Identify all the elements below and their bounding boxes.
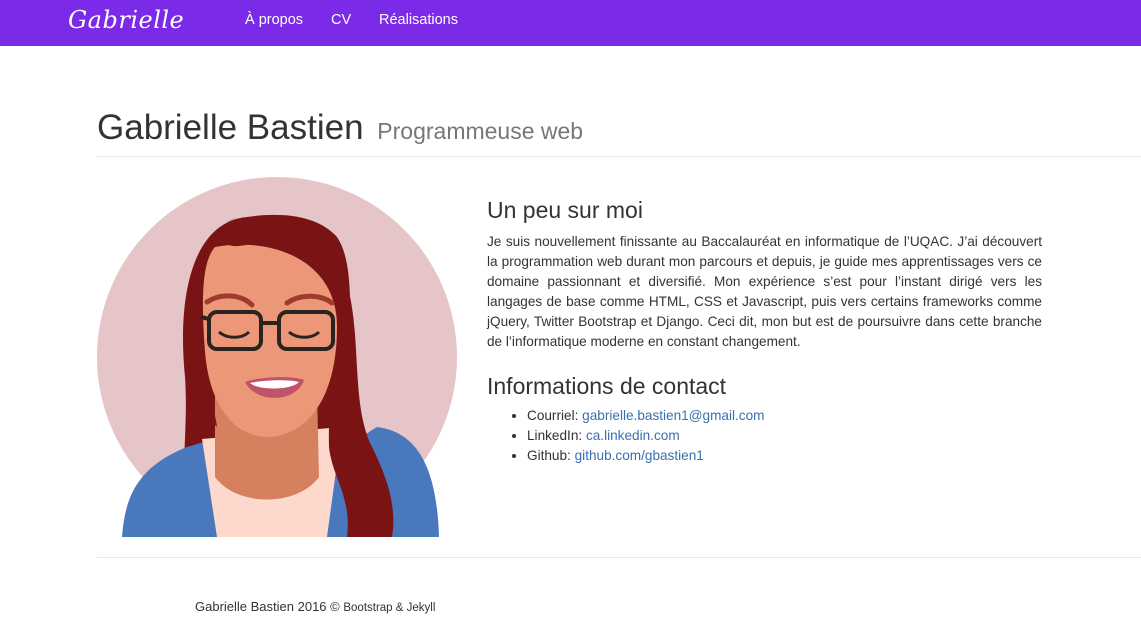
footer-copyright: Gabrielle Bastien 2016 © [195, 599, 340, 614]
page-header: Gabrielle Bastien Programmeuse web [97, 104, 1141, 157]
about-title: Un peu sur moi [487, 197, 643, 223]
avatar [97, 177, 457, 537]
github-link[interactable]: github.com/gbastien1 [575, 448, 704, 463]
footer-credits: Bootstrap & Jekyll [343, 602, 436, 614]
about-section: Un peu sur moi Je suis nouvellement fini… [487, 194, 1042, 466]
navbar: Gabrielle À propos CV Réalisations [0, 0, 1141, 46]
contact-item-github: Github: github.com/gbastien1 [527, 446, 1042, 466]
contact-item-email: Courriel: gabrielle.bastien1@gmail.com [527, 406, 1042, 426]
portrait-illustration-icon [97, 177, 457, 537]
nav-link-cv[interactable]: CV [331, 12, 351, 28]
footer-divider [97, 557, 1141, 558]
contact-title: Informations de contact [487, 373, 727, 399]
nav-link-realisations[interactable]: Réalisations [379, 12, 458, 28]
about-text: Je suis nouvellement finissante au Bacca… [487, 234, 1042, 349]
email-link[interactable]: gabrielle.bastien1@gmail.com [582, 408, 764, 423]
footer: Gabrielle Bastien 2016 © Bootstrap & Jek… [195, 599, 435, 614]
page-title: Gabrielle Bastien Programmeuse web [97, 104, 1141, 155]
contact-list: Courriel: gabrielle.bastien1@gmail.com L… [487, 406, 1042, 466]
person-name: Gabrielle Bastien [97, 108, 364, 147]
contact-label: LinkedIn: [527, 428, 583, 443]
contact-label: Github: [527, 448, 571, 463]
linkedin-link[interactable]: ca.linkedin.com [586, 428, 680, 443]
page-subtitle: Programmeuse web [377, 118, 584, 144]
brand-logo[interactable]: Gabrielle [68, 6, 184, 34]
contact-item-linkedin: LinkedIn: ca.linkedin.com [527, 426, 1042, 446]
contact-label: Courriel: [527, 408, 579, 423]
nav-link-a-propos[interactable]: À propos [245, 12, 303, 28]
